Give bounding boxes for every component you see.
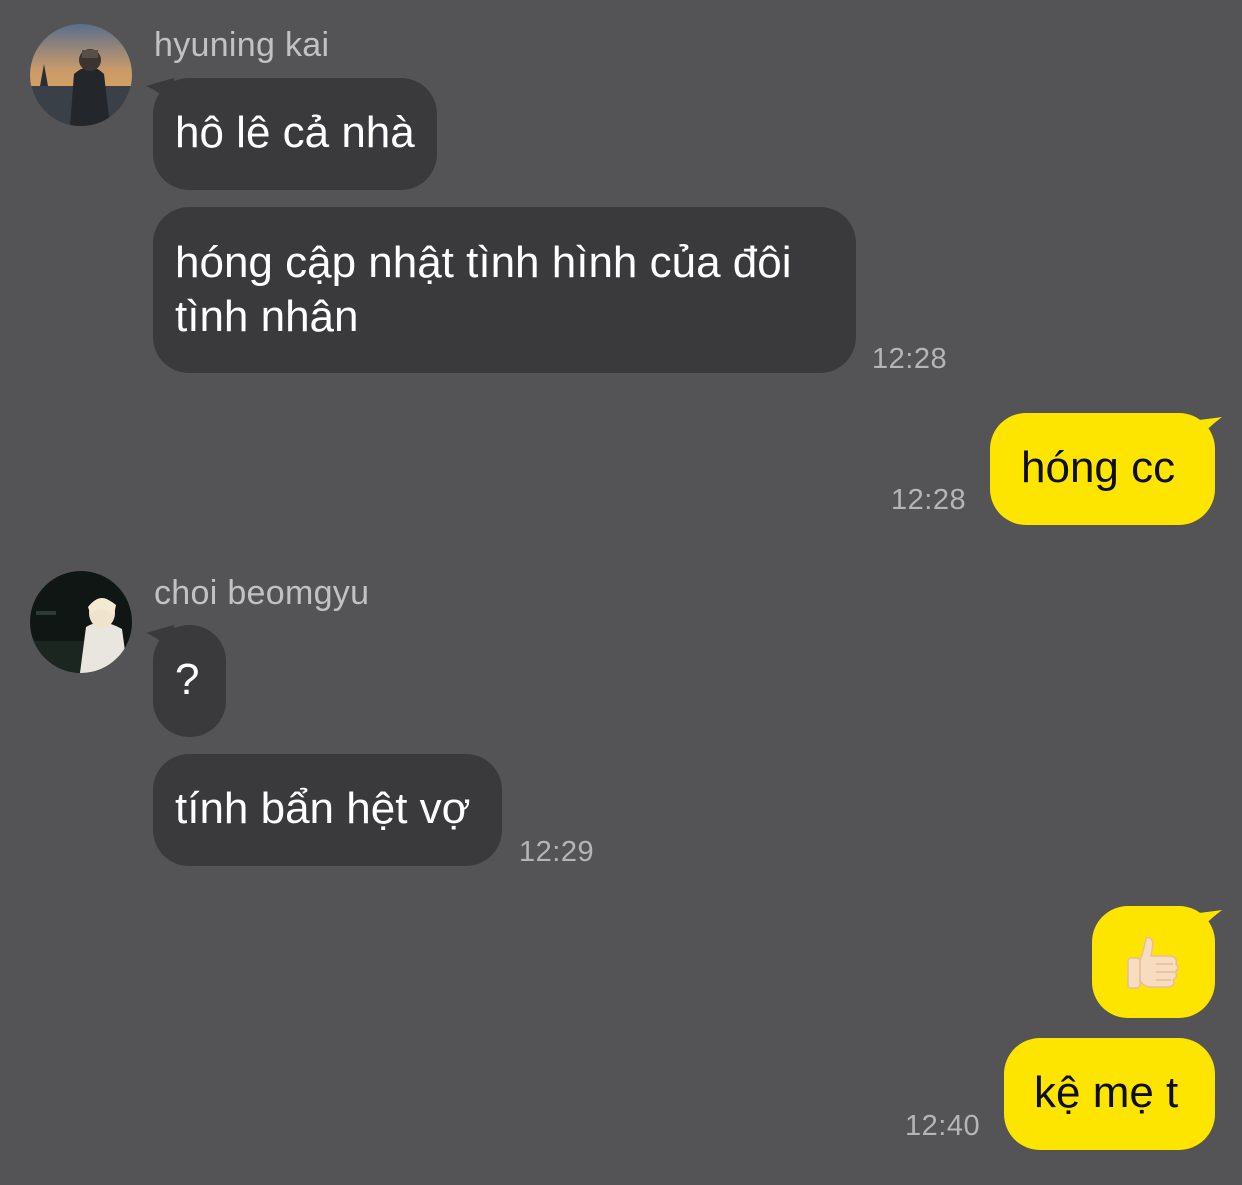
sender-name: choi beomgyu xyxy=(154,574,370,612)
sender-name: hyuning kai xyxy=(154,26,330,64)
message-timestamp: 12:40 xyxy=(905,1110,981,1142)
message-bubble[interactable]: hóng cc xyxy=(990,413,1215,525)
bubble-tail xyxy=(1190,417,1222,447)
choi-beomgyu-avatar[interactable] xyxy=(30,571,132,673)
message-timestamp: 12:28 xyxy=(891,484,967,516)
hyuning-kai-avatar[interactable] xyxy=(30,24,132,126)
bubble-tail xyxy=(1190,910,1222,940)
message-bubble[interactable]: kệ mẹ t xyxy=(1004,1038,1215,1150)
message-bubble[interactable]: ? xyxy=(153,625,226,737)
message-timestamp: 12:29 xyxy=(519,836,595,868)
message-bubble[interactable]: hóng cập nhật tình hình của đôi tình nhâ… xyxy=(153,207,856,373)
message-timestamp: 12:28 xyxy=(872,343,948,375)
message-bubble[interactable]: tính bẩn hệt vợ xyxy=(153,754,502,866)
message-text: hóng cập nhật tình hình của đôi tình nhâ… xyxy=(175,238,792,341)
thumbs-up-emoji xyxy=(1126,934,1182,994)
message-bubble[interactable]: hô lê cả nhà xyxy=(153,78,437,190)
